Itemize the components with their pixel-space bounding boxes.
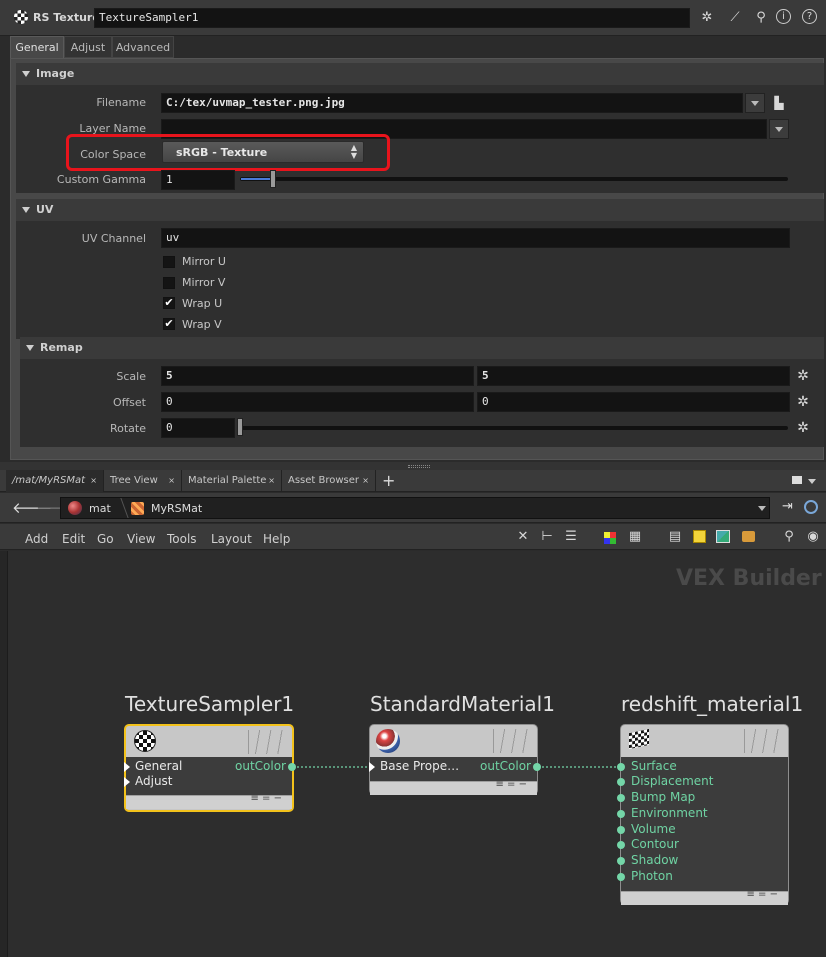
node-grip-icon bbox=[744, 729, 780, 753]
texture-output-port[interactable] bbox=[288, 763, 296, 771]
node-flags-icon: ≡ = − bbox=[250, 793, 283, 804]
node-flags-icon: ≡ = − bbox=[495, 779, 528, 790]
node-footer: ≡ = − bbox=[126, 793, 292, 809]
redshift-input-contour[interactable]: Contour bbox=[631, 837, 679, 851]
checkered-flag-icon bbox=[629, 728, 649, 750]
texture-input-adjust[interactable]: Adjust bbox=[135, 774, 173, 788]
input-arrow-icon bbox=[124, 762, 130, 772]
redshift-input-port-shadow[interactable] bbox=[617, 857, 625, 865]
standard-input-base-properties[interactable]: Base Prope… bbox=[380, 759, 459, 773]
standard-material-node-title[interactable]: StandardMaterial1 bbox=[370, 692, 555, 716]
node-grip-icon bbox=[248, 730, 284, 754]
texture-input-general[interactable]: General bbox=[135, 759, 182, 773]
node-footer: ≡ = − bbox=[621, 889, 788, 905]
node-footer: ≡ = − bbox=[370, 779, 537, 795]
redshift-input-environment[interactable]: Environment bbox=[631, 806, 708, 820]
texture-output-label: outColor bbox=[235, 759, 286, 773]
standard-output-label: outColor bbox=[480, 759, 531, 773]
standard-output-port[interactable] bbox=[533, 763, 541, 771]
redshift-input-port-photon[interactable] bbox=[617, 873, 625, 881]
redshift-input-port-environment[interactable] bbox=[617, 810, 625, 818]
redshift-input-photon[interactable]: Photon bbox=[631, 869, 673, 883]
texture-sampler-node-title[interactable]: TextureSampler1 bbox=[125, 692, 294, 716]
redshift-input-port-surface[interactable] bbox=[617, 763, 625, 771]
redshift-input-bump-map[interactable]: Bump Map bbox=[631, 790, 695, 804]
input-arrow-icon bbox=[369, 762, 375, 772]
redshift-input-volume[interactable]: Volume bbox=[631, 822, 676, 836]
redshift-input-port-contour[interactable] bbox=[617, 841, 625, 849]
material-ball-icon bbox=[376, 729, 400, 753]
input-arrow-icon bbox=[124, 777, 130, 787]
node-flags-icon: ≡ = − bbox=[746, 889, 779, 900]
checker-ball-icon bbox=[134, 730, 156, 752]
redshift-input-displacement[interactable]: Displacement bbox=[631, 774, 714, 788]
redshift-input-shadow[interactable]: Shadow bbox=[631, 853, 678, 867]
redshift-input-port-volume[interactable] bbox=[617, 826, 625, 834]
node-grip-icon bbox=[493, 729, 529, 753]
redshift-input-surface[interactable]: Surface bbox=[631, 759, 677, 773]
redshift-input-port-displacement[interactable] bbox=[617, 778, 625, 786]
redshift-input-port-bump-map[interactable] bbox=[617, 794, 625, 802]
redshift-material-node-title[interactable]: redshift_material1 bbox=[621, 692, 803, 716]
